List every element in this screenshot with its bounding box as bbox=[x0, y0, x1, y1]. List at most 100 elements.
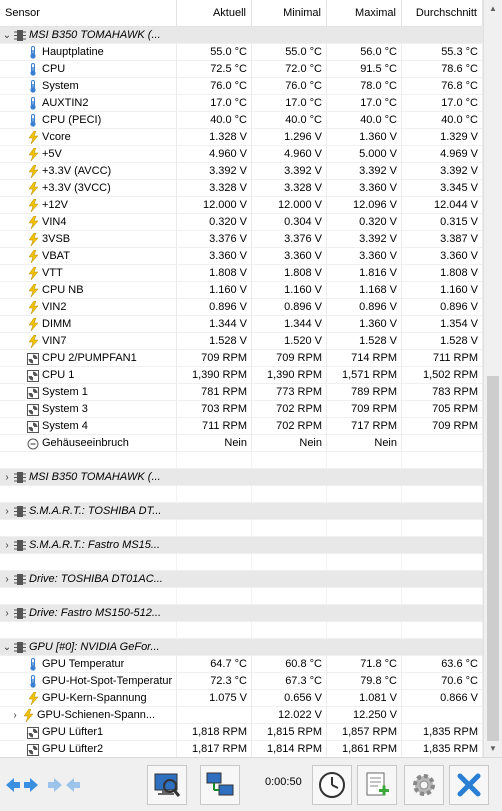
header-minimal[interactable]: Minimal bbox=[252, 0, 327, 27]
sensor-name-cell: VIN7 bbox=[0, 333, 177, 350]
sensor-row[interactable]: +3.3V (AVCC) 3.392 V 3.392 V 3.392 V 3.392 V bbox=[0, 163, 483, 180]
value-avg: 1.354 V bbox=[402, 316, 483, 333]
close-icon[interactable] bbox=[449, 765, 489, 805]
sensor-row[interactable]: GPU-Hot-Spot-Temperatur 72.3 °C 67.3 °C 79.… bbox=[0, 673, 483, 690]
value-current bbox=[177, 554, 252, 571]
value-min: Nein bbox=[252, 435, 327, 452]
fan-icon bbox=[27, 420, 39, 433]
sensor-group-row[interactable]: ⌄ MSI B350 TOMAHAWK (... bbox=[0, 27, 483, 44]
scroll-thumb[interactable] bbox=[487, 376, 499, 741]
value-avg: 76.8 °C bbox=[402, 78, 483, 95]
spacer-row bbox=[0, 486, 483, 503]
clock-icon[interactable] bbox=[312, 765, 352, 805]
sensor-name-cell: System 3 bbox=[0, 401, 177, 418]
sensor-row[interactable]: › GPU-Schienen-Spann... 12.022 V 12.250 V bbox=[0, 707, 483, 724]
value-min: 1.160 V bbox=[252, 282, 327, 299]
value-max: 3.360 V bbox=[327, 248, 402, 265]
sensor-label: GPU-Schienen-Spann... bbox=[37, 709, 156, 721]
monitor-search-icon[interactable] bbox=[147, 765, 187, 805]
sensor-row[interactable]: CPU NB 1.160 V 1.160 V 1.168 V 1.160 V bbox=[0, 282, 483, 299]
sensor-row[interactable]: VIN4 0.320 V 0.304 V 0.320 V 0.315 V bbox=[0, 214, 483, 231]
sensor-label: VIN4 bbox=[42, 216, 67, 228]
sensor-row[interactable]: VBAT 3.360 V 3.360 V 3.360 V 3.360 V bbox=[0, 248, 483, 265]
value-current: 3.376 V bbox=[177, 231, 252, 248]
value-avg bbox=[402, 622, 483, 639]
sensor-name-cell: +3.3V (AVCC) bbox=[0, 163, 177, 180]
value-max: 5.000 V bbox=[327, 146, 402, 163]
nav-collapse-icon[interactable] bbox=[44, 765, 84, 805]
chevron-down-icon[interactable]: ⌄ bbox=[0, 27, 14, 44]
chevron-right-icon[interactable]: › bbox=[0, 469, 14, 486]
value-avg: 3.387 V bbox=[402, 231, 483, 248]
value-avg: 1.329 V bbox=[402, 129, 483, 146]
value-current: 76.0 °C bbox=[177, 78, 252, 95]
sensor-group-row[interactable]: › Drive: Fastro MS150-512... bbox=[0, 605, 483, 622]
settings-icon[interactable] bbox=[404, 765, 444, 805]
value-max: 56.0 °C bbox=[327, 44, 402, 61]
sensor-row[interactable]: DIMM 1.344 V 1.344 V 1.360 V 1.354 V bbox=[0, 316, 483, 333]
sensor-row[interactable]: VIN2 0.896 V 0.896 V 0.896 V 0.896 V bbox=[0, 299, 483, 316]
chevron-down-icon[interactable]: ⌄ bbox=[0, 639, 14, 656]
sensor-row[interactable]: System 4 711 RPM 702 RPM 717 RPM 709 RPM bbox=[0, 418, 483, 435]
sensor-name-cell: › S.M.A.R.T.: Fastro MS15... bbox=[0, 537, 177, 554]
vertical-scrollbar[interactable]: ▲ ▼ bbox=[483, 0, 502, 757]
chevron-right-icon[interactable]: › bbox=[0, 707, 22, 724]
sensor-row[interactable]: Vcore 1.328 V 1.296 V 1.360 V 1.329 V bbox=[0, 129, 483, 146]
sensor-name-cell: GPU Lüfter1 bbox=[0, 724, 177, 741]
sensor-row[interactable]: +5V 4.960 V 4.960 V 5.000 V 4.969 V bbox=[0, 146, 483, 163]
sensor-group-row[interactable]: › MSI B350 TOMAHAWK (... bbox=[0, 469, 483, 486]
scroll-up-icon[interactable]: ▲ bbox=[484, 0, 502, 17]
sensor-row[interactable]: GPU Temperatur 64.7 °C 60.8 °C 71.8 °C 63.6 … bbox=[0, 656, 483, 673]
bolt-icon bbox=[27, 216, 39, 229]
sensor-row[interactable]: VIN7 1.528 V 1.520 V 1.528 V 1.528 V bbox=[0, 333, 483, 350]
sensor-row[interactable]: VTT 1.808 V 1.808 V 1.816 V 1.808 V bbox=[0, 265, 483, 282]
chevron-right-icon[interactable]: › bbox=[0, 503, 14, 520]
sensor-row[interactable]: AUXTIN2 17.0 °C 17.0 °C 17.0 °C 17.0 °C bbox=[0, 95, 483, 112]
scroll-down-icon[interactable]: ▼ bbox=[484, 740, 502, 757]
sensor-row[interactable]: 3VSB 3.376 V 3.376 V 3.392 V 3.387 V bbox=[0, 231, 483, 248]
add-report-icon[interactable] bbox=[357, 765, 397, 805]
chevron-right-icon[interactable]: › bbox=[0, 571, 14, 588]
sensor-group-row[interactable]: › S.M.A.R.T.: TOSHIBA DT... bbox=[0, 503, 483, 520]
sensor-row[interactable]: CPU 1 1,390 RPM 1,390 RPM 1,571 RPM 1,502 RP… bbox=[0, 367, 483, 384]
sensor-list[interactable]: ⌄ MSI B350 TOMAHAWK (... Hauptplatine 55.0 … bbox=[0, 27, 483, 757]
sensor-row[interactable]: GPU Lüfter1 1,818 RPM 1,815 RPM 1,857 RPM 1,… bbox=[0, 724, 483, 741]
sensor-row[interactable]: Gehäuseeinbruch Nein Nein Nein bbox=[0, 435, 483, 452]
sensor-row[interactable]: System 1 781 RPM 773 RPM 789 RPM 783 RPM bbox=[0, 384, 483, 401]
sensor-row[interactable]: System 3 703 RPM 702 RPM 709 RPM 705 RPM bbox=[0, 401, 483, 418]
sensor-row[interactable]: System 76.0 °C 76.0 °C 78.0 °C 76.8 °C bbox=[0, 78, 483, 95]
network-icon[interactable] bbox=[200, 765, 240, 805]
bolt-icon bbox=[27, 182, 39, 195]
header-maximal[interactable]: Maximal bbox=[327, 0, 402, 27]
header-sensor[interactable]: Sensor bbox=[0, 0, 177, 27]
value-current: 55.0 °C bbox=[177, 44, 252, 61]
chevron-right-icon[interactable]: › bbox=[0, 605, 14, 622]
sensor-row[interactable]: GPU Lüfter2 1,817 RPM 1,814 RPM 1,861 RPM 1,… bbox=[0, 741, 483, 757]
value-max: 789 RPM bbox=[327, 384, 402, 401]
header-aktuell[interactable]: Aktuell bbox=[177, 0, 252, 27]
header-durchschnitt[interactable]: Durchschnitt bbox=[402, 0, 483, 27]
sensor-row[interactable]: GPU-Kern-Spannung 1.075 V 0.656 V 1.081 V 0.… bbox=[0, 690, 483, 707]
value-avg: 55.3 °C bbox=[402, 44, 483, 61]
sensor-row[interactable]: +3.3V (3VCC) 3.328 V 3.328 V 3.360 V 3.345 V bbox=[0, 180, 483, 197]
sensor-row[interactable]: CPU (PECI) 40.0 °C 40.0 °C 40.0 °C 40.0 °C bbox=[0, 112, 483, 129]
sensor-label: GPU [#0]: NVIDIA GeFor... bbox=[29, 641, 160, 653]
value-current: 711 RPM bbox=[177, 418, 252, 435]
value-min bbox=[252, 622, 327, 639]
value-avg bbox=[402, 469, 483, 486]
sensor-row[interactable]: +12V 12.000 V 12.000 V 12.096 V 12.044 V bbox=[0, 197, 483, 214]
sensor-row[interactable]: Hauptplatine 55.0 °C 55.0 °C 56.0 °C 55.3 °C bbox=[0, 44, 483, 61]
value-min: 702 RPM bbox=[252, 418, 327, 435]
sensor-group-row[interactable]: › Drive: TOSHIBA DT01AC... bbox=[0, 571, 483, 588]
sensor-group-row[interactable]: ⌄ GPU [#0]: NVIDIA GeFor... bbox=[0, 639, 483, 656]
value-min: 0.656 V bbox=[252, 690, 327, 707]
sensor-row[interactable]: CPU 2/PUMPFAN1 709 RPM 709 RPM 714 RPM 711 R… bbox=[0, 350, 483, 367]
nav-expand-icon[interactable] bbox=[2, 765, 42, 805]
bolt-icon bbox=[27, 148, 39, 161]
chevron-right-icon[interactable]: › bbox=[0, 537, 14, 554]
sensor-row[interactable]: CPU 72.5 °C 72.0 °C 91.5 °C 78.6 °C bbox=[0, 61, 483, 78]
bolt-icon bbox=[22, 709, 34, 722]
sensor-group-row[interactable]: › S.M.A.R.T.: Fastro MS15... bbox=[0, 537, 483, 554]
sensor-label: CPU 1 bbox=[42, 369, 75, 381]
value-max: 3.360 V bbox=[327, 180, 402, 197]
